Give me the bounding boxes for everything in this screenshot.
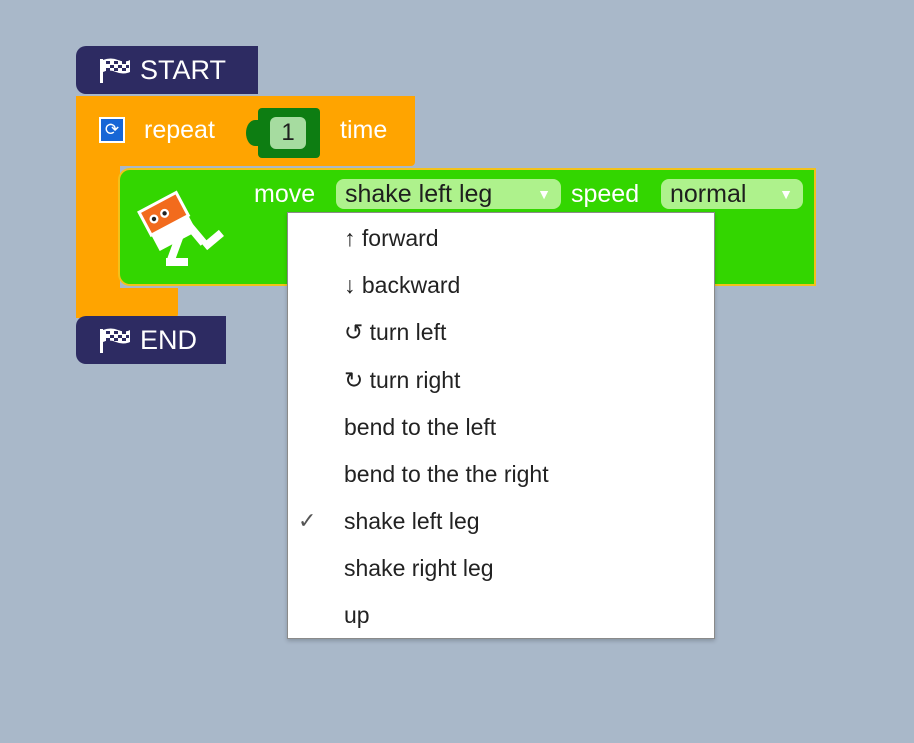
menu-item-forward[interactable]: ↑ forward <box>288 215 714 261</box>
repeat-label: repeat <box>144 116 215 144</box>
repeat-block-bottom <box>76 288 178 318</box>
menu-item-turn-right[interactable]: ↻ turn right <box>288 357 714 403</box>
menu-item-turn-left[interactable]: ↺ turn left <box>288 309 714 355</box>
menu-item-bend-left[interactable]: bend to the left <box>288 404 714 450</box>
menu-item-up[interactable]: up <box>288 592 714 638</box>
robot-icon <box>137 190 224 266</box>
menu-item-backward[interactable]: ↓ backward <box>288 262 714 308</box>
leg-action-value: shake left leg <box>345 180 493 208</box>
checkmark-icon: ✓ <box>298 508 317 533</box>
repeat-block-arm <box>76 166 120 292</box>
start-block[interactable]: START <box>76 46 258 94</box>
repeat-count-field[interactable]: 1 <box>270 117 306 149</box>
checkered-flag-icon <box>100 58 130 83</box>
dropdown-arrow-icon: ▼ <box>779 186 793 202</box>
menu-item-shake-right-leg[interactable]: shake right leg <box>288 545 714 591</box>
end-block[interactable]: END <box>76 316 226 364</box>
start-label: START <box>140 55 227 85</box>
menu-item-bend-right[interactable]: bend to the the right <box>288 451 714 497</box>
menu-item-shake-left-leg[interactable]: ✓ shake left leg <box>288 498 714 544</box>
checkered-flag-icon <box>100 328 130 353</box>
move-label: move <box>254 180 316 208</box>
time-label: time <box>340 116 388 144</box>
dropdown-arrow-icon: ▼ <box>537 186 551 202</box>
repeat-icon: ⟳ <box>99 117 125 143</box>
end-label: END <box>140 325 198 355</box>
leg-action-menu: ↑ forward ↓ backward ↺ turn left ↻ turn … <box>287 212 715 639</box>
leg-action-dropdown[interactable]: shake left leg ▼ <box>336 179 561 209</box>
speed-dropdown[interactable]: normal ▼ <box>661 179 803 209</box>
speed-label: speed <box>571 180 640 208</box>
speed-value: normal <box>670 180 747 208</box>
